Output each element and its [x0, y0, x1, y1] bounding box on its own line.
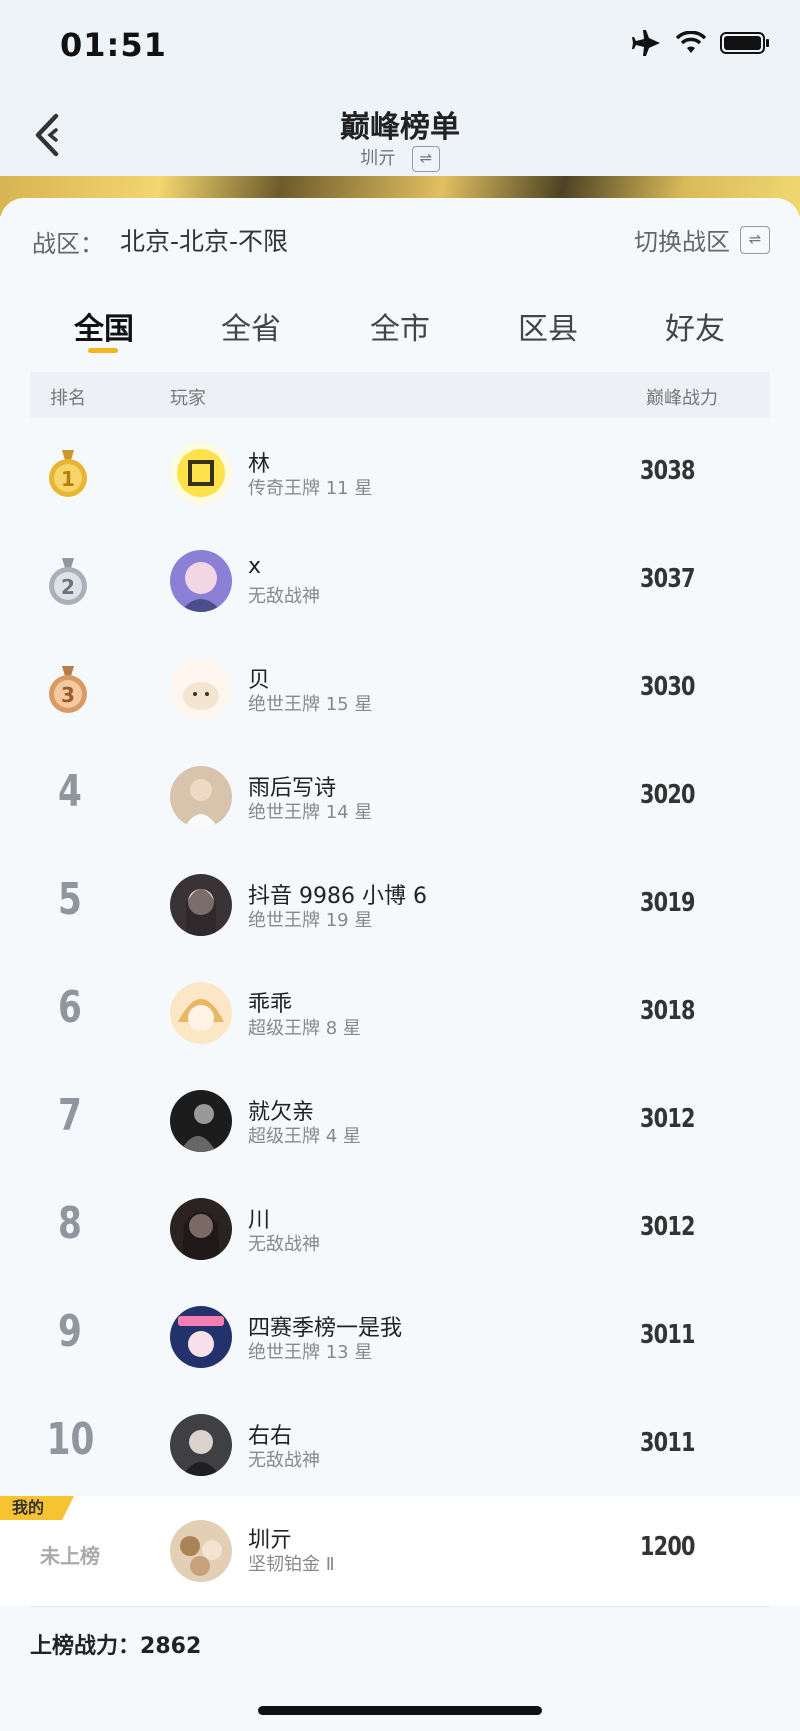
silver-medal-icon: 2 [49, 558, 87, 605]
medal-rank-label: 1 [61, 467, 75, 491]
tab-friends[interactable]: 好友 [640, 304, 750, 348]
battery-icon [720, 32, 769, 54]
home-indicator[interactable] [258, 1706, 542, 1715]
my-rank-text: 未上榜 [40, 1544, 100, 1568]
header-power: 巅峰战力 [646, 388, 718, 409]
status-time: 01:51 [60, 26, 167, 64]
zone-value: 北京-北京-不限 [120, 227, 289, 256]
player-title: 绝世王牌 13 星 [248, 1342, 373, 1363]
divider [30, 1606, 770, 1607]
player-title: 绝世王牌 19 星 [248, 910, 373, 931]
table-row[interactable]: 9 四赛季榜一是我 绝世王牌 13 星 3011 [0, 1284, 800, 1392]
player-title: 超级王牌 8 星 [248, 1018, 361, 1039]
table-row[interactable]: 5 抖音 9986 小博 6 绝世王牌 19 星 3019 [0, 852, 800, 960]
page-subtitle: 圳亓 ⇌ [0, 144, 800, 172]
rank-number: 7 [58, 1090, 82, 1141]
tab-national[interactable]: 全国 [49, 304, 159, 348]
table-row[interactable]: 4 雨后写诗 绝世王牌 14 星 3020 [0, 744, 800, 852]
subtitle-text: 圳亓 [360, 148, 397, 169]
switch-zone-button[interactable]: 切换战区 ⇌ [634, 222, 770, 257]
table-row[interactable]: 6 乖乖 超级王牌 8 星 3018 [0, 960, 800, 1068]
player-title: 无敌战神 [248, 1450, 320, 1471]
header-rank: 排名 [50, 388, 86, 409]
status-icons [632, 30, 770, 56]
zone-label: 战区： [32, 230, 104, 258]
player-power: 3038 [640, 456, 696, 486]
rank-number: 4 [58, 766, 82, 817]
player-title: 无敌战神 [248, 586, 320, 607]
player-title: 绝世王牌 14 星 [248, 802, 373, 823]
my-power: 1200 [640, 1532, 696, 1562]
gold-medal-icon: 1 [49, 450, 87, 497]
player-title: 超级王牌 4 星 [248, 1126, 361, 1147]
player-name: x [248, 554, 262, 579]
my-badge: 我的 [0, 1496, 74, 1520]
table-row[interactable]: 2 x 无敌战神 3037 [0, 528, 800, 636]
rank-number: 6 [58, 982, 82, 1033]
player-power: 3030 [640, 672, 696, 702]
threshold-label: 上榜战力：2862 [30, 1628, 201, 1660]
player-power: 3018 [640, 996, 696, 1026]
avatar[interactable] [170, 874, 232, 936]
medal-rank-label: 2 [61, 575, 75, 599]
scope-tabs: 全国 全省 全市 区县 好友 [0, 300, 800, 360]
table-row[interactable]: 8 川 无敌战神 3012 [0, 1176, 800, 1284]
threshold-value: 2862 [140, 1634, 202, 1659]
medal-rank-label: 3 [61, 683, 75, 707]
player-power: 3012 [640, 1212, 696, 1242]
swap-icon: ⇌ [740, 225, 770, 254]
player-power: 3012 [640, 1104, 696, 1134]
rank-number: 8 [58, 1198, 82, 1249]
player-title: 传奇王牌 11 星 [248, 478, 373, 499]
player-power: 3011 [640, 1428, 696, 1458]
avatar[interactable] [170, 1414, 232, 1476]
nav-header: 巅峰榜单 圳亓 ⇌ [0, 96, 800, 176]
avatar[interactable] [170, 1090, 232, 1152]
tab-city[interactable]: 全市 [345, 304, 455, 348]
table-row[interactable]: 3 贝 绝世王牌 15 星 3030 [0, 636, 800, 744]
avatar[interactable] [170, 442, 232, 504]
airplane-icon [632, 30, 660, 56]
page-title: 巅峰榜单 [340, 110, 460, 145]
rank-number: 10 [46, 1414, 95, 1465]
rank-number: 9 [58, 1306, 82, 1357]
tab-district[interactable]: 区县 [493, 304, 603, 348]
player-power: 3019 [640, 888, 696, 918]
table-row[interactable]: 7 就欠亲 超级王牌 4 星 3012 [0, 1068, 800, 1176]
table-header: 排名 玩家 巅峰战力 [30, 372, 770, 418]
wifi-icon [676, 31, 706, 53]
player-power: 3011 [640, 1320, 696, 1350]
player-power: 3020 [640, 780, 696, 810]
avatar[interactable] [170, 766, 232, 828]
player-title: 绝世王牌 15 星 [248, 694, 373, 715]
rank-number: 5 [58, 874, 82, 925]
avatar[interactable] [170, 1306, 232, 1368]
my-rank-row[interactable]: 我的 未上榜 圳亓 坚韧铂金 Ⅱ 1200 [0, 1496, 800, 1606]
player-title: 无敌战神 [248, 1234, 320, 1255]
my-avatar[interactable] [170, 1520, 232, 1582]
avatar[interactable] [170, 982, 232, 1044]
avatar[interactable] [170, 658, 232, 720]
active-tab-indicator [88, 348, 118, 353]
header-player: 玩家 [170, 388, 206, 409]
avatar[interactable] [170, 1198, 232, 1260]
swap-icon[interactable]: ⇌ [411, 146, 440, 172]
table-row[interactable]: 10 右右 无敌战神 3011 [0, 1392, 800, 1500]
bronze-medal-icon: 3 [49, 666, 87, 713]
player-power: 3037 [640, 564, 696, 594]
threshold-text: 上榜战力： [30, 1634, 141, 1659]
switch-zone-label: 切换战区 [634, 228, 730, 256]
tab-province[interactable]: 全省 [196, 304, 306, 348]
my-title: 坚韧铂金 Ⅱ [248, 1554, 335, 1575]
table-row[interactable]: 1 林 传奇王牌 11 星 3038 [0, 420, 800, 528]
status-bar: 01:51 [0, 0, 800, 96]
avatar[interactable] [170, 550, 232, 612]
